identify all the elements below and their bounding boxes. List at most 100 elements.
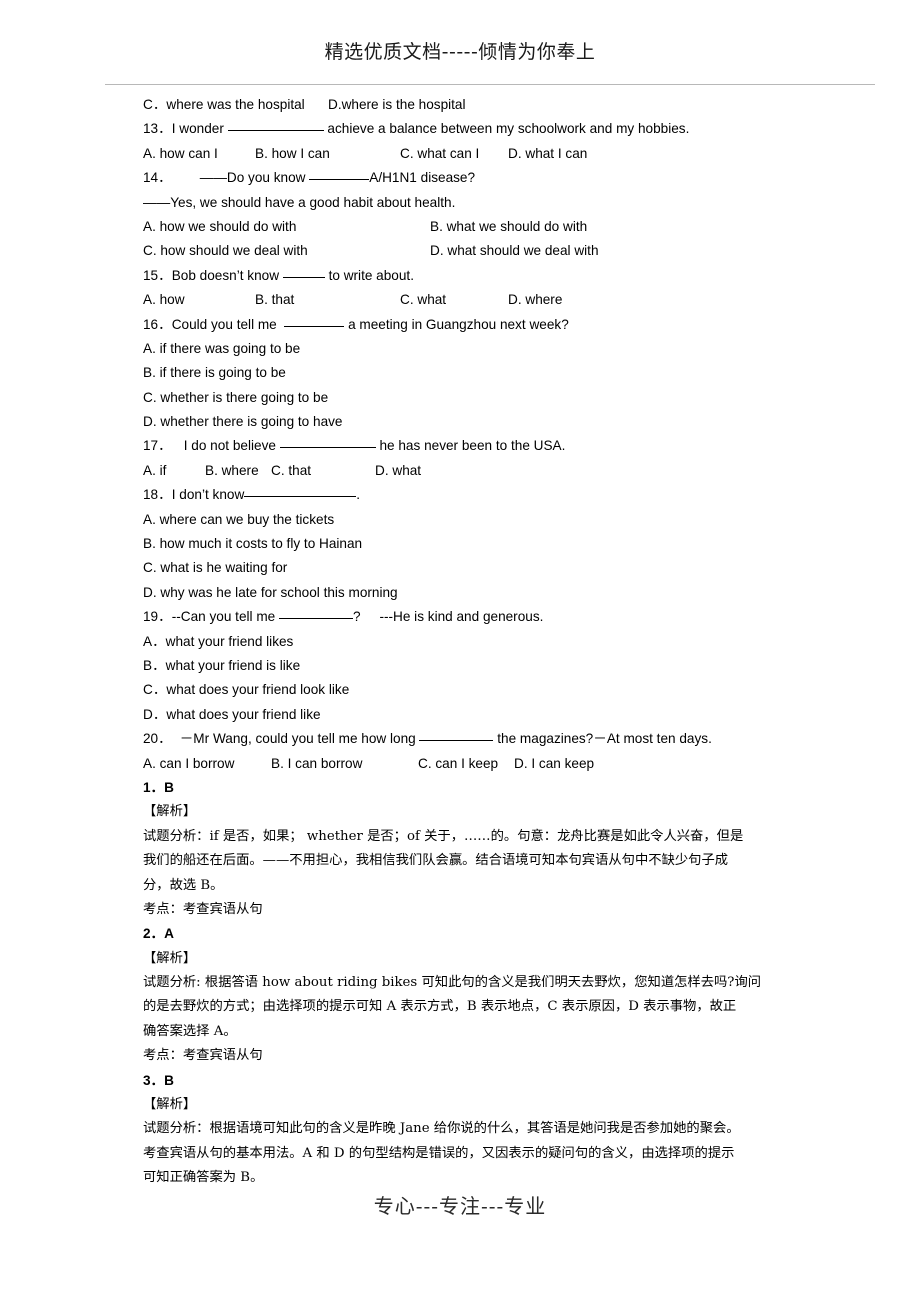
question-text-19-after: ? ---He is kind and generous. bbox=[353, 609, 544, 625]
option-13-c: C. what can I bbox=[400, 145, 480, 161]
footer-watermark-text: 专心---专注---专业 bbox=[373, 1194, 547, 1218]
question-stem-16: 16．Could you tell me a meeting in Guangz… bbox=[143, 313, 883, 337]
document-content: C．where was the hospital D.where is the h… bbox=[143, 93, 883, 1191]
options-row-20: A. can I borrow B. I can borrow C. can I k… bbox=[143, 752, 883, 776]
option-17-c: C. that bbox=[271, 462, 312, 478]
question-number-20: 20． bbox=[143, 731, 172, 747]
answer-analysis-3-line-1: 试题分析：根据语境可知此句的含义是昨晚 Jane 给你说的什么，其答语是她问我是… bbox=[143, 1121, 740, 1137]
option-18-c: C. what is he waiting for bbox=[143, 560, 288, 576]
question-stem-17: 17． I do not believe he has never been to… bbox=[143, 434, 883, 458]
option-15-d: D. where bbox=[508, 292, 563, 308]
carryover-option-c: C．where was the hospital bbox=[143, 97, 305, 112]
option-18-b: B. how much it costs to fly to Hainan bbox=[143, 536, 363, 552]
question-text-15-after: to write about. bbox=[324, 267, 414, 283]
question-text-13-after: achieve a balance between my schoolwork … bbox=[323, 121, 690, 137]
carryover-option-row: C．where was the hospital D.where is the h… bbox=[143, 93, 883, 117]
question-text-19-before: --Can you tell me bbox=[171, 609, 279, 625]
answer-blank-14 bbox=[309, 179, 370, 181]
answer-blank-20 bbox=[419, 740, 494, 742]
question-text-18-before: I don’t know bbox=[171, 487, 245, 503]
option-19-a: A．what your friend likes bbox=[143, 633, 294, 649]
option-18-d: D. why was he late for school this morni… bbox=[143, 584, 398, 600]
option-15-c: C. what bbox=[400, 292, 447, 308]
question-text-16-after: a meeting in Guangzhou next week? bbox=[344, 316, 569, 332]
answer-point-1: 考点：考查宾语从句 bbox=[143, 901, 263, 917]
question-text-17-before: I do not believe bbox=[183, 438, 280, 454]
document-page: 精选优质文档-----倾情为你奉上 C．where was the hospit… bbox=[0, 0, 920, 1302]
options-row-17: A. if B. where C. that D. what bbox=[143, 459, 883, 483]
question-text-17-after: he has never been to the USA. bbox=[375, 438, 566, 454]
option-19-c: C．what does your friend look like bbox=[143, 682, 350, 698]
answer-analysis-1-line-2: 我们的船还在后面。——不用担心，我相信我们队会赢。结合语境可知本句宾语从句中不缺… bbox=[143, 853, 729, 869]
option-17-b: B. where bbox=[205, 462, 259, 478]
question-number-14: 14． bbox=[143, 170, 172, 186]
answer-analysis-1-line-1: 试题分析：if 是否，如果； whether 是否；of 关于，……的。句意：龙… bbox=[143, 828, 744, 844]
answer-label-1: 【解析】 bbox=[143, 804, 197, 820]
question-stem-14: 14． ——Do you know A/H1N1 disease? bbox=[143, 166, 883, 190]
answer-analysis-3-line-3: 可知正确答案为 B。 bbox=[143, 1170, 264, 1186]
question-stem-13: 13．I wonder achieve a balance between my… bbox=[143, 117, 883, 141]
question-reply-14: ——Yes, we should have a good habit about… bbox=[143, 194, 456, 210]
carryover-option-d: D.where is the hospital bbox=[328, 97, 466, 112]
option-20-b: B. I can borrow bbox=[271, 755, 363, 771]
option-17-a: A. if bbox=[143, 462, 167, 478]
answer-blank-19 bbox=[279, 618, 353, 620]
answer-blank-13 bbox=[227, 130, 324, 132]
option-17-d: D. what bbox=[375, 462, 422, 478]
option-13-b: B. how I can bbox=[255, 145, 330, 161]
option-14-a: A. how we should do with bbox=[143, 218, 297, 234]
option-13-a: A. how can I bbox=[143, 145, 218, 161]
answer-label-2: 【解析】 bbox=[143, 950, 197, 966]
option-15-b: B. that bbox=[255, 292, 295, 308]
option-16-b: B. if there is going to be bbox=[143, 365, 286, 381]
question-text-14-before: ——Do you know bbox=[199, 170, 310, 186]
answer-blank-16 bbox=[284, 325, 345, 327]
answer-blank-17 bbox=[279, 447, 376, 449]
answer-head-3: 3．B bbox=[143, 1072, 174, 1088]
footer-watermark: 专心---专注---专业 bbox=[0, 1190, 920, 1219]
question-stem-20: 20． －Mr Wang, could you tell me how long … bbox=[143, 727, 883, 751]
answer-head-1: 1．B bbox=[143, 779, 174, 795]
question-text-16-before: Could you tell me bbox=[171, 316, 285, 332]
header-watermark-text: 精选优质文档-----倾情为你奉上 bbox=[324, 41, 596, 63]
question-number-18: 18． bbox=[143, 487, 172, 503]
option-19-d: D．what does your friend like bbox=[143, 706, 321, 722]
option-19-b: B．what your friend is like bbox=[143, 657, 301, 673]
option-16-c: C. whether is there going to be bbox=[143, 389, 329, 405]
option-20-c: C. can I keep bbox=[418, 755, 499, 771]
answer-blank-15 bbox=[282, 276, 325, 278]
options-row-13: A. how can I B. how I can C. what can I D. … bbox=[143, 142, 883, 166]
answer-analysis-3-line-2: 考查宾语从句的基本用法。A 和 D 的句型结构是错误的，又因表示的疑问句的含义，… bbox=[143, 1145, 735, 1161]
question-text-18-after: . bbox=[356, 487, 361, 503]
answer-head-2: 2．A bbox=[143, 926, 174, 942]
question-number-16: 16． bbox=[143, 316, 172, 332]
question-text-15-before: Bob doesn’t know bbox=[171, 267, 283, 283]
option-13-d: D. what I can bbox=[508, 145, 588, 161]
option-15-a: A. how bbox=[143, 292, 185, 308]
question-text-20-before: －Mr Wang, could you tell me how long bbox=[179, 731, 420, 747]
header-watermark: 精选优质文档-----倾情为你奉上 bbox=[0, 40, 920, 64]
question-stem-15: 15．Bob doesn’t know to write about. bbox=[143, 264, 883, 288]
options-row-14-2: C. how should we deal with D. what should… bbox=[143, 239, 883, 263]
answer-point-2: 考点：考查宾语从句 bbox=[143, 1048, 263, 1064]
question-number-13: 13． bbox=[143, 121, 172, 137]
answer-analysis-2-line-3: 确答案选择 A。 bbox=[143, 1023, 237, 1039]
answer-analysis-2-line-1: 试题分析: 根据答语 how about riding bikes 可知此句的含… bbox=[143, 975, 762, 991]
answer-blank-18 bbox=[244, 496, 357, 498]
options-row-15: A. how B. that C. what D. where bbox=[143, 288, 883, 312]
option-20-a: A. can I borrow bbox=[143, 755, 235, 771]
option-14-b: B. what we should do with bbox=[430, 218, 588, 234]
options-row-14-1: A. how we should do with B. what we shoul… bbox=[143, 215, 883, 239]
header-divider bbox=[105, 84, 875, 85]
option-20-d: D. I can keep bbox=[514, 755, 595, 771]
question-text-14-after: A/H1N1 disease? bbox=[369, 170, 476, 186]
question-text-13-before: I wonder bbox=[171, 121, 228, 137]
answer-analysis-2-line-2: 的是去野炊的方式；由选择项的提示可知 A 表示方式，B 表示地点，C 表示原因，… bbox=[143, 999, 737, 1015]
option-14-d: D. what should we deal with bbox=[430, 243, 599, 259]
question-number-19: 19． bbox=[143, 609, 172, 625]
answer-analysis-1-line-3: 分，故选 B。 bbox=[143, 877, 224, 893]
question-text-20-after: the magazines?－At most ten days. bbox=[493, 731, 712, 747]
question-number-15: 15． bbox=[143, 267, 172, 283]
question-stem-18: 18．I don’t know. bbox=[143, 483, 883, 507]
option-16-d: D. whether there is going to have bbox=[143, 414, 343, 430]
